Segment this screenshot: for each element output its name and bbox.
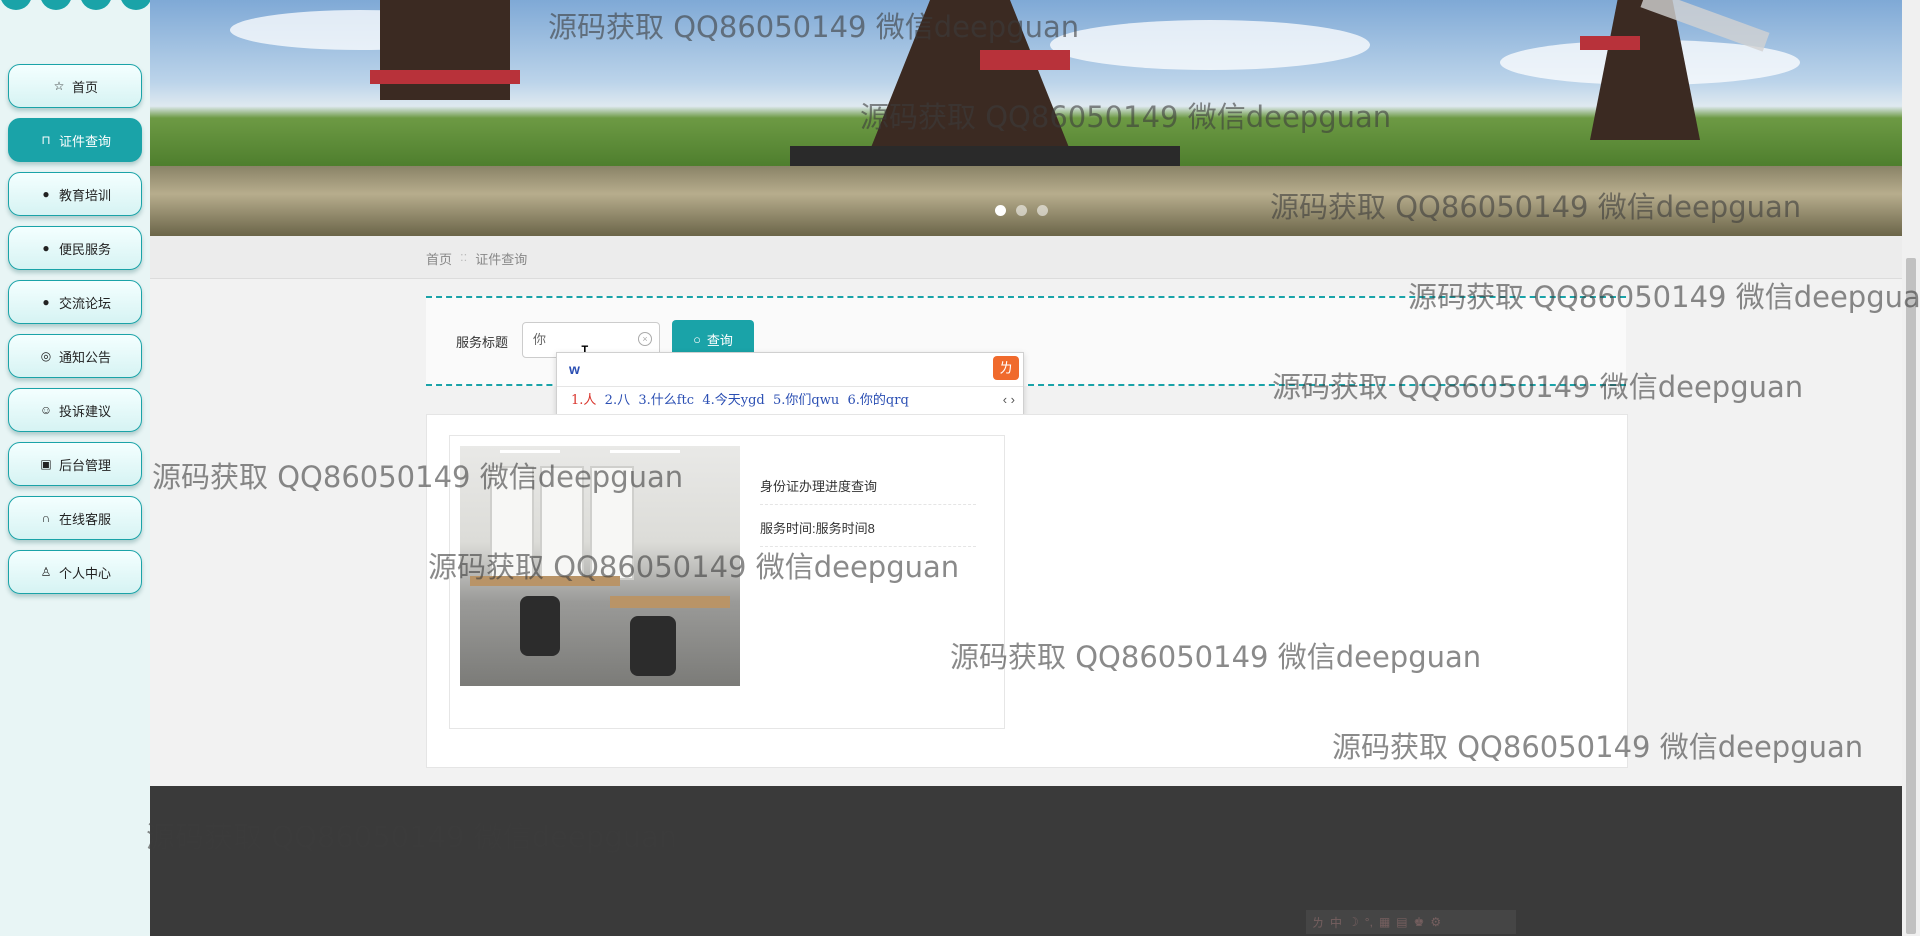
top-decoration bbox=[0, 0, 152, 10]
carousel-dot[interactable] bbox=[1016, 205, 1027, 216]
star-icon: ☆ bbox=[53, 79, 65, 93]
search-button-label: 查询 bbox=[706, 332, 733, 348]
sidebar-item-label: 首页 bbox=[71, 79, 98, 95]
carousel-dot[interactable] bbox=[1037, 205, 1048, 216]
sidebar-item-complaints[interactable]: ☺ 投诉建议 bbox=[8, 388, 142, 432]
sidebar-item-label: 后台管理 bbox=[58, 457, 111, 473]
search-icon: ○ bbox=[693, 331, 701, 347]
ime-toolbar-moon-icon[interactable]: ☽ bbox=[1348, 915, 1359, 929]
sidebar-item-label: 在线客服 bbox=[58, 511, 111, 527]
windmill bbox=[380, 0, 510, 100]
result-card[interactable]: 身份证办理进度查询 服务时间:服务时间8 bbox=[449, 435, 1005, 729]
ime-toolbar-settings-icon[interactable]: ⚙ bbox=[1430, 915, 1441, 929]
ime-toolbar-tools-icon[interactable]: ▤ bbox=[1396, 915, 1407, 929]
sidebar-item-services[interactable]: ● 便民服务 bbox=[8, 226, 142, 270]
sidebar-item-support[interactable]: ∩ 在线客服 bbox=[8, 496, 142, 540]
ime-toolbar-keyboard-icon[interactable]: ▦ bbox=[1379, 915, 1390, 929]
sidebar-item-label: 教育培训 bbox=[58, 187, 111, 203]
cloud bbox=[1050, 20, 1370, 70]
chair bbox=[630, 616, 676, 676]
ime-toolbar-mode-icon[interactable]: 中 bbox=[1330, 914, 1342, 931]
office-window bbox=[540, 466, 584, 580]
headset-icon: ∩ bbox=[41, 511, 51, 525]
result-service-time: 服务时间:服务时间8 bbox=[760, 521, 875, 536]
office-window bbox=[490, 466, 534, 580]
search-label: 服务标题 bbox=[456, 335, 509, 350]
ime-toolbar[interactable]: ㄌ 中 ☽ °, ▦ ▤ ♚ ⚙ bbox=[1306, 910, 1516, 934]
ime-candidate[interactable]: 1.人 bbox=[571, 393, 596, 408]
breadcrumb-home[interactable]: 首页 bbox=[426, 249, 452, 268]
ime-toolbar-skin-icon[interactable]: ♚ bbox=[1414, 915, 1425, 929]
ime-logo-icon: ㄌ bbox=[993, 356, 1019, 380]
ime-toolbar-punct-icon[interactable]: °, bbox=[1365, 915, 1373, 929]
sidebar-item-profile[interactable]: ♙ 个人中心 bbox=[8, 550, 142, 594]
sidebar-item-home[interactable]: ☆ 首页 bbox=[8, 64, 142, 108]
sidebar-item-label: 证件查询 bbox=[58, 133, 111, 149]
settings-icon: ◎ bbox=[40, 349, 52, 363]
water bbox=[150, 166, 1902, 236]
ime-candidate[interactable]: 2.八 bbox=[605, 393, 630, 408]
ime-composition: w bbox=[569, 361, 580, 377]
smile-icon: ☺ bbox=[39, 403, 53, 417]
results-panel: 身份证办理进度查询 服务时间:服务时间8 bbox=[426, 414, 1628, 768]
breadcrumb-separator: :: bbox=[460, 249, 468, 264]
result-title[interactable]: 身份证办理进度查询 bbox=[760, 476, 877, 495]
sidebar-item-forum[interactable]: ● 交流论坛 bbox=[8, 280, 142, 324]
sidebar-item-label: 便民服务 bbox=[58, 241, 111, 257]
ime-toolbar-logo-icon[interactable]: ㄌ bbox=[1312, 914, 1324, 931]
sidebar-item-label: 交流论坛 bbox=[58, 295, 111, 311]
sidebar-item-certificate-query[interactable]: ⊓ 证件查询 bbox=[8, 118, 142, 162]
divider bbox=[760, 546, 976, 547]
sidebar-item-label: 通知公告 bbox=[58, 349, 111, 365]
sidebar-item-education[interactable]: ● 教育培训 bbox=[8, 172, 142, 216]
sidebar-nav: ☆ 首页 ⊓ 证件查询 ● 教育培训 ● 便民服务 ● 交流论坛 ◎ 通知公告 … bbox=[8, 64, 142, 604]
page-scrollbar[interactable] bbox=[1902, 0, 1920, 936]
briefcase-icon: ▣ bbox=[40, 457, 52, 471]
desk bbox=[470, 576, 620, 586]
ime-candidate[interactable]: 5.你们qwu bbox=[773, 393, 839, 408]
footer bbox=[150, 786, 1902, 936]
info-icon: ● bbox=[42, 187, 50, 201]
ime-candidate-popup: w ㄌ 1.人 2.八 3.什么ftc 4.今天ygd 5.你们qwu 6.你的… bbox=[556, 352, 1024, 416]
ime-candidates: 1.人 2.八 3.什么ftc 4.今天ygd 5.你们qwu 6.你的qrq bbox=[557, 386, 1023, 414]
breadcrumb: 首页 :: 证件查询 bbox=[426, 249, 527, 268]
result-image bbox=[460, 446, 740, 686]
clear-icon[interactable]: × bbox=[638, 332, 652, 346]
info-icon: ● bbox=[42, 295, 50, 309]
carousel-dot[interactable] bbox=[995, 205, 1006, 216]
ime-candidate[interactable]: 6.你的qrq bbox=[848, 393, 909, 408]
sidebar-item-admin[interactable]: ▣ 后台管理 bbox=[8, 442, 142, 486]
scrollbar-thumb[interactable] bbox=[1906, 258, 1916, 934]
desk bbox=[610, 596, 730, 608]
chair bbox=[520, 596, 560, 656]
breadcrumb-bar: 首页 :: 证件查询 bbox=[150, 236, 1902, 279]
ime-page-arrows[interactable]: ‹ › bbox=[1003, 386, 1015, 414]
sidebar: ☆ 首页 ⊓ 证件查询 ● 教育培训 ● 便民服务 ● 交流论坛 ◎ 通知公告 … bbox=[0, 0, 152, 936]
user-icon: ♙ bbox=[40, 565, 52, 579]
sidebar-item-notices[interactable]: ◎ 通知公告 bbox=[8, 334, 142, 378]
lock-icon: ⊓ bbox=[41, 133, 51, 147]
windmill-roof bbox=[980, 50, 1070, 70]
sidebar-item-label: 个人中心 bbox=[58, 565, 111, 581]
ime-candidate[interactable]: 3.什么ftc bbox=[638, 393, 694, 408]
windmill-roof bbox=[1580, 36, 1640, 50]
carousel-dots bbox=[995, 205, 1048, 216]
banner-carousel[interactable] bbox=[150, 0, 1902, 236]
ceiling-light bbox=[610, 450, 680, 453]
ceiling-light bbox=[500, 450, 560, 453]
windmill bbox=[870, 0, 1070, 150]
divider bbox=[760, 504, 976, 505]
breadcrumb-current: 证件查询 bbox=[475, 252, 528, 267]
ime-candidate[interactable]: 4.今天ygd bbox=[702, 393, 764, 408]
windmill-roof bbox=[370, 70, 520, 84]
help-icon: ● bbox=[42, 241, 50, 255]
sidebar-item-label: 投诉建议 bbox=[58, 403, 111, 419]
office-window bbox=[590, 466, 634, 580]
